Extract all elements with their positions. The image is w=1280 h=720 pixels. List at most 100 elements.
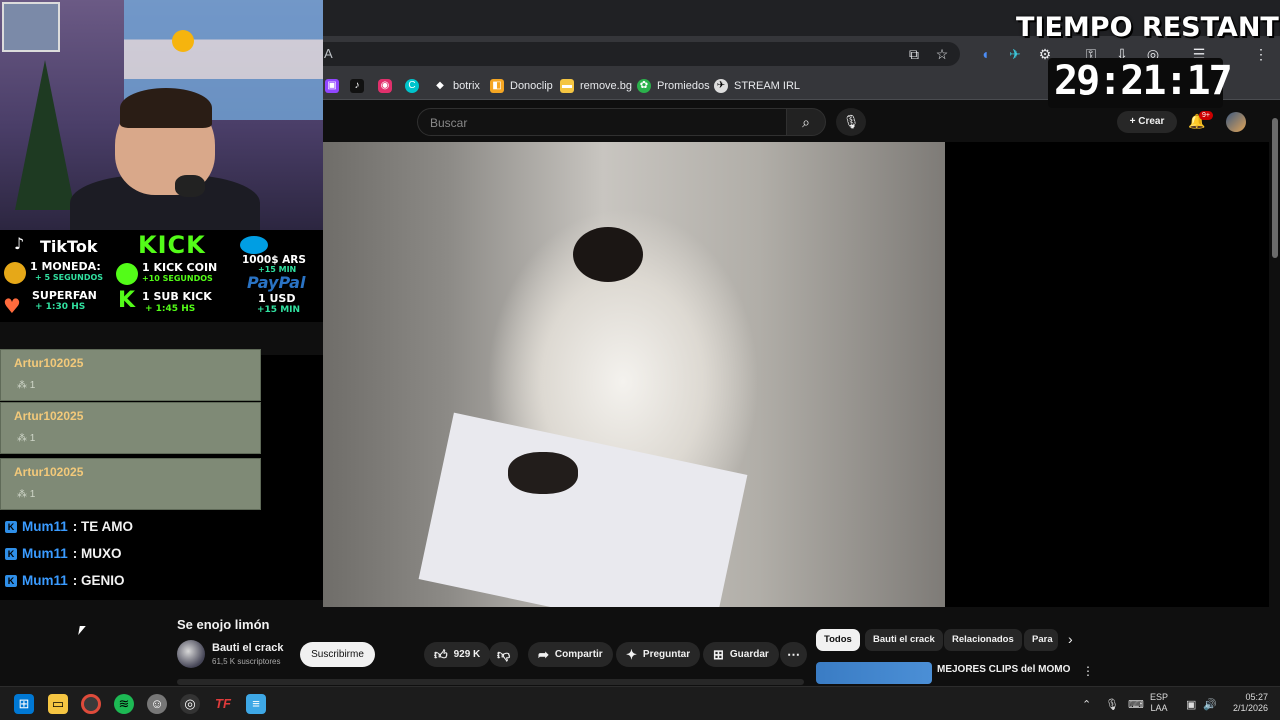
more-dots-icon: ⋯	[787, 646, 800, 662]
spotify-icon[interactable]: ≋	[114, 694, 134, 714]
network-icon[interactable]: ▣	[1186, 698, 1196, 711]
chat-line: K Mum11: GENIO	[5, 573, 125, 588]
like-button[interactable]: 👍︎ 929 K	[424, 642, 491, 667]
tf-app-icon[interactable]: TF	[213, 694, 233, 714]
donoclip-icon: ◧	[490, 79, 504, 93]
scrollbar-thumb[interactable]	[1272, 118, 1278, 258]
windows-start-icon[interactable]: ⊞	[14, 694, 34, 714]
tray-mic-icon[interactable]: 🎙	[1105, 698, 1119, 711]
share-label: Compartir	[554, 649, 603, 660]
botrix-icon: ◆	[433, 79, 447, 93]
paypal-title: PayPal	[247, 273, 306, 292]
subscribe-button[interactable]: Suscribirme	[300, 642, 375, 667]
people-icon: ⁂	[17, 489, 30, 500]
bookmark-label: Donoclip	[510, 80, 553, 92]
video-title: Se enojo limón	[177, 617, 270, 632]
tray-keyboard-icon[interactable]: ⌨	[1128, 698, 1144, 711]
chat-user: Mum11	[22, 519, 68, 534]
file-explorer-icon[interactable]: ▭	[48, 694, 68, 714]
bookmark-canva[interactable]: C	[405, 78, 419, 94]
chat-user: Mum11	[22, 546, 68, 561]
ask-button[interactable]: ✦ Preguntar	[616, 642, 701, 667]
chat-user: Mum11	[22, 573, 68, 588]
description-box[interactable]	[177, 679, 804, 685]
chat-card-user: Artur102025	[14, 465, 84, 479]
kick-title: KICK	[138, 231, 206, 259]
search-button[interactable]: ⌕	[786, 108, 826, 136]
chevron-right-icon[interactable]: ›	[1068, 631, 1073, 647]
paypal-time: +15 MIN	[257, 305, 301, 315]
paypal-amount: 1 USD	[258, 292, 296, 305]
tray-chevron-icon[interactable]: ⌃	[1082, 698, 1091, 711]
search-icon: ⌕	[802, 114, 810, 130]
volume-icon[interactable]: 🔊	[1203, 698, 1217, 711]
chat-card-count: ⁂ 1	[17, 489, 35, 500]
windows-taskbar: ⊞ ▭ ≋ ☺ ◎ TF ≡ ⌃ 🎙 ⌨ ESP LAA ▣ 🔊 05:27 2/1…	[0, 686, 1280, 720]
sparkle-icon: ✦	[626, 646, 637, 662]
chat-card-count: ⁂ 1	[17, 380, 35, 391]
bookmark-tiktok[interactable]: ♪	[350, 78, 364, 94]
plus-icon: +	[1129, 116, 1139, 127]
extension-audio-icon[interactable]: ◖	[976, 45, 994, 63]
clock[interactable]: 05:27 2/1/2026	[1222, 692, 1268, 714]
chrome-icon[interactable]	[81, 694, 101, 714]
microphone-icon: 🎙	[842, 114, 860, 129]
tiktok-superfan-text: SUPERFAN	[32, 289, 97, 302]
create-label: Crear	[1138, 116, 1165, 127]
bookmark-twitch[interactable]: ▣	[325, 78, 339, 94]
bookmark-streamirl[interactable]: ✈ STREAM IRL	[714, 78, 800, 94]
search-input[interactable]: Buscar	[417, 108, 787, 136]
save-label: Guardar	[729, 649, 769, 660]
address-bar[interactable]: A	[310, 42, 960, 66]
chat-card: Artur102025 ⁂ 1	[0, 458, 261, 510]
notepad-icon[interactable]: ≡	[246, 694, 266, 714]
mouse-cursor	[78, 626, 86, 635]
dog-eye	[573, 227, 643, 282]
bookmark-removebg[interactable]: ▬ remove.bg	[560, 78, 632, 94]
bookmark-instagram[interactable]: ◉	[378, 78, 392, 94]
menu-dots-icon[interactable]: ⋮	[1252, 45, 1270, 63]
chip-channel[interactable]: Bauti el crack	[865, 629, 943, 651]
save-button[interactable]: ⊞ Guardar	[703, 642, 779, 667]
like-count: 929 K	[453, 649, 481, 660]
twitch-icon: ▣	[325, 79, 339, 93]
dog-nose	[508, 452, 578, 494]
share-arrow-icon: ➦	[538, 646, 549, 662]
chip-related[interactable]: Relacionados	[944, 629, 1022, 651]
voice-search-button[interactable]: 🎙	[836, 108, 866, 136]
app-avatar-icon[interactable]: ☺	[147, 694, 167, 714]
share-button[interactable]: ➦ Compartir	[528, 642, 613, 667]
account-avatar[interactable]	[1226, 112, 1246, 132]
ask-label: Preguntar	[642, 649, 691, 660]
chip-para[interactable]: Para	[1024, 629, 1058, 651]
recommendation-menu-icon[interactable]: ⋮	[1082, 664, 1094, 678]
channel-name[interactable]: Bauti el crack	[212, 642, 284, 654]
create-button[interactable]: + Crear	[1117, 111, 1177, 133]
bookmark-botrix[interactable]: ◆ botrix	[433, 78, 480, 94]
extension-translate-icon[interactable]: ✈	[1006, 45, 1024, 63]
channel-avatar[interactable]	[177, 640, 205, 668]
obs-icon[interactable]: ◎	[180, 694, 200, 714]
bookmark-promiedos[interactable]: ✿ Promiedos	[637, 78, 710, 94]
bookmark-donoclip[interactable]: ◧ Donoclip	[490, 78, 553, 94]
promiedos-icon: ✿	[637, 79, 651, 93]
kick-badge-icon: K	[5, 520, 17, 533]
paper-in-video	[418, 412, 748, 607]
donation-panel: ♪ TikTok 1 MONEDA: + 5 SEGUNDOS ♥ SUPERF…	[0, 230, 323, 322]
kick-sub-text: 1 SUB KICK	[142, 290, 212, 303]
lang-secondary: LAA	[1150, 703, 1168, 713]
bookmark-star-icon[interactable]: ☆	[933, 45, 951, 63]
timer-value: 29:21:17	[1054, 58, 1233, 104]
kick-coin-time: +10 SEGUNDOS	[142, 274, 213, 283]
chip-todos[interactable]: Todos	[816, 629, 860, 651]
webcam-overlay	[0, 0, 323, 230]
language-indicator[interactable]: ESP LAA	[1150, 692, 1168, 714]
video-player[interactable]	[323, 142, 945, 607]
install-app-icon[interactable]: ⧉	[905, 45, 923, 63]
more-actions-button[interactable]: ⋯	[780, 642, 807, 667]
streamirl-icon: ✈	[714, 79, 728, 93]
kick-badge-icon: K	[5, 574, 17, 587]
dislike-button[interactable]: 👎︎	[489, 642, 519, 667]
recommendation-title[interactable]: MEJORES CLIPS del MOMO	[937, 664, 1070, 675]
recommendation-thumbnail[interactable]	[816, 662, 932, 684]
